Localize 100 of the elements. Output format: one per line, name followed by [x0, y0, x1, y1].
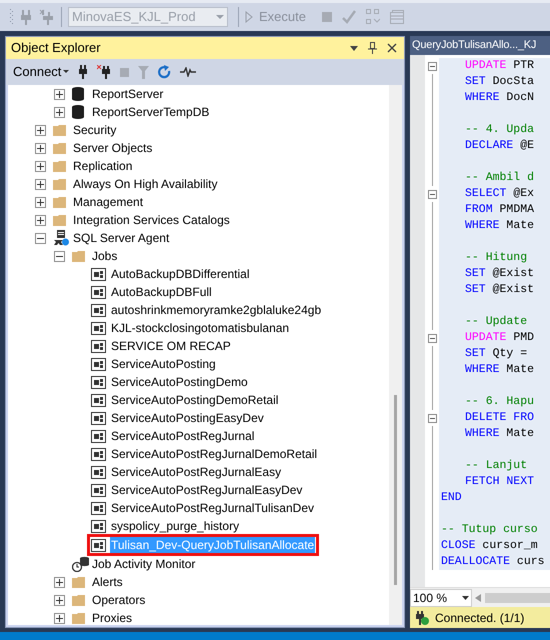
tree-item[interactable]: Proxies — [91, 610, 134, 625]
expand-toggle[interactable] — [35, 214, 46, 226]
job-icon — [91, 484, 106, 496]
scrollbar[interactable] — [389, 85, 402, 625]
tree-item[interactable]: ServiceAutoPostRegJurnalTulisanDev — [110, 500, 315, 516]
code-line: WHERE Mate — [465, 219, 534, 232]
collapse-toggle[interactable] — [35, 232, 46, 244]
tree-item[interactable]: Replication — [72, 158, 134, 174]
tree-item[interactable]: SQL Server Agent — [72, 230, 170, 246]
job-icon — [91, 268, 106, 280]
tree-item[interactable]: Security — [72, 122, 118, 138]
plug-icon[interactable] — [78, 65, 88, 79]
tree-item[interactable]: ReportServerTempDB — [91, 104, 210, 120]
check-icon[interactable] — [342, 10, 356, 24]
fold-icon[interactable] — [428, 190, 436, 198]
expand-toggle[interactable] — [35, 160, 46, 172]
zoom-dropdown[interactable]: 100 % — [410, 588, 472, 606]
tree-item[interactable]: ServiceAutoPostRegJurnalDemoRetail — [110, 446, 318, 462]
plus-icon — [37, 126, 44, 134]
code-comment: -- Tutup curso — [441, 523, 538, 536]
connect-button[interactable]: Connect — [13, 62, 70, 82]
tree-item[interactable]: SERVICE OM RECAP — [110, 338, 232, 354]
tree-item[interactable]: Integration Services Catalogs — [72, 212, 231, 228]
caret-icon — [462, 596, 469, 600]
plus-icon — [56, 108, 63, 116]
code-comment: -- 4. Upda — [465, 123, 534, 136]
refresh-icon[interactable] — [158, 65, 172, 79]
code-comment: -- Lanjut — [465, 459, 528, 472]
tree-item[interactable]: Alerts — [91, 574, 124, 590]
tree-item[interactable]: Server Objects — [72, 140, 154, 156]
collapse-toggle[interactable] — [54, 250, 65, 262]
job-icon — [91, 466, 106, 478]
scrollbar-thumb[interactable] — [394, 395, 397, 585]
expand-toggle[interactable] — [35, 124, 46, 136]
expand-toggle[interactable] — [35, 196, 46, 208]
pin-icon[interactable] — [368, 42, 377, 54]
folder-icon — [53, 160, 66, 172]
job-icon — [91, 322, 106, 334]
plus-icon — [37, 144, 44, 152]
code-line: DELETE FRO — [465, 411, 534, 424]
tree-item[interactable]: KJL-stockclosingotomatisbulanan — [110, 320, 290, 336]
expand-toggle[interactable] — [35, 142, 46, 154]
expand-toggle[interactable] — [54, 594, 65, 606]
scrollbar[interactable] — [485, 592, 550, 602]
code-line: DECLARE @E — [465, 139, 534, 152]
plus-icon — [56, 614, 63, 622]
plus-icon — [37, 198, 44, 206]
job-icon — [91, 430, 106, 442]
document-tab[interactable]: QueryJobTulisanAllo..._KJ — [410, 36, 550, 55]
tree-item[interactable]: Job Activity Monitor — [91, 556, 196, 572]
fold-icon[interactable] — [428, 62, 436, 70]
code-line: WHERE DocN — [465, 91, 534, 104]
tree-item[interactable]: ServiceAutoPostingDemo — [110, 374, 249, 390]
expand-toggle[interactable] — [35, 178, 46, 190]
code-line: DEALLOCATE curs — [441, 555, 545, 568]
tree-item[interactable]: ServiceAutoPostRegJurnal — [110, 428, 256, 444]
tree-item[interactable]: ServiceAutoPostingDemoRetail — [110, 392, 280, 408]
tree-item[interactable]: Jobs — [91, 248, 118, 264]
fold-icon[interactable] — [428, 414, 436, 422]
code-comment: -- Hitung — [465, 251, 528, 264]
folder-icon — [72, 612, 85, 624]
code-line: SELECT @Ex — [465, 187, 534, 200]
tree-item[interactable]: Always On High Availability — [72, 176, 219, 192]
code-line: WHERE Mate — [465, 363, 534, 376]
expand-toggle[interactable] — [54, 612, 65, 624]
tree-item[interactable]: AutoBackupDBFull — [110, 284, 213, 300]
tree-item[interactable]: ServiceAutoPostRegJurnalEasyDev — [110, 482, 304, 498]
dropdown-icon[interactable] — [350, 46, 358, 50]
expand-toggle[interactable] — [54, 106, 65, 118]
code-comment: -- 6. Hapu — [465, 395, 534, 408]
tree-item[interactable]: Operators — [91, 592, 146, 608]
expand-toggle[interactable] — [54, 88, 65, 100]
job-icon — [91, 520, 106, 532]
plus-icon — [56, 90, 63, 98]
tree-item[interactable]: autoshrinkmemoryramke2gblaluke24gb — [110, 302, 322, 318]
play-icon — [245, 11, 253, 23]
job-icon — [91, 394, 106, 406]
fold-icon[interactable] — [428, 334, 436, 342]
tree-item[interactable]: ReportServer — [91, 86, 164, 102]
code-line: FROM PMDMA — [465, 203, 534, 216]
tree-item[interactable]: Management — [72, 194, 144, 210]
tree-item[interactable]: ServiceAutoPostingEasyDev — [110, 410, 265, 426]
tree-item[interactable]: ServiceAutoPostRegJurnalEasy — [110, 464, 282, 480]
caret-icon — [63, 70, 70, 74]
close-icon[interactable] — [387, 43, 397, 53]
code-line: SET @Exist — [465, 267, 534, 280]
expand-toggle[interactable] — [54, 576, 65, 588]
code-line: END — [441, 491, 462, 504]
tree-item[interactable]: AutoBackupDBDifferential — [110, 266, 251, 282]
folder-icon — [53, 214, 66, 226]
tree-item[interactable]: ServiceAutoPosting — [110, 356, 217, 372]
job-icon — [91, 286, 106, 298]
job-icon — [91, 538, 106, 552]
code-line: CLOSE cursor_m — [441, 539, 538, 552]
job-icon — [91, 358, 106, 370]
disconnect-icon[interactable] — [97, 65, 112, 79]
activity-icon[interactable] — [180, 67, 196, 77]
code-line: FETCH NEXT — [465, 475, 534, 488]
tree-item[interactable]: syspolicy_purge_history — [110, 518, 240, 534]
plus-icon — [56, 578, 63, 586]
